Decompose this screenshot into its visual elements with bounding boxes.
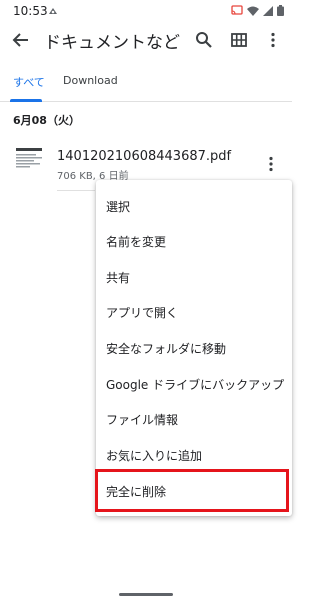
menu-item-label: Google ドライブにバックアップ [106, 378, 285, 392]
tab-bar: すべて Download [0, 64, 292, 102]
menu-item-label: 安全なフォルダに移動 [106, 342, 227, 356]
menu-item-select[interactable]: 選択 [96, 188, 292, 224]
menu-item-label: ファイル情報 [106, 413, 179, 427]
status-bar: 10:53 [0, 0, 292, 24]
file-more-vert-icon[interactable] [262, 155, 280, 173]
menu-item-move-to-safe-folder[interactable]: 安全なフォルダに移動 [96, 330, 292, 366]
menu-item-rename[interactable]: 名前を変更 [96, 223, 292, 259]
menu-item-label: アプリで開く [106, 306, 179, 320]
gesture-nav-pill[interactable] [119, 593, 173, 596]
active-tab-indicator [10, 99, 42, 102]
date-header: 6月08（火） [13, 114, 80, 127]
list-divider [57, 190, 95, 191]
signal-icon [263, 5, 273, 16]
menu-item-share[interactable]: 共有 [96, 259, 292, 295]
tab-download[interactable]: Download [63, 74, 118, 87]
status-time: 10:53 [13, 4, 48, 18]
menu-item-label: 名前を変更 [106, 235, 167, 249]
back-arrow-icon[interactable] [11, 30, 31, 50]
status-icons [231, 5, 284, 16]
tab-all[interactable]: すべて [13, 74, 45, 90]
more-vert-icon[interactable] [264, 31, 282, 49]
wifi-icon [247, 6, 259, 16]
menu-item-open-with[interactable]: アプリで開く [96, 294, 292, 330]
app-bar: ドキュメントなど [0, 24, 292, 56]
menu-item-label: 選択 [106, 200, 131, 214]
page-title: ドキュメントなど [44, 33, 180, 53]
grid-view-icon[interactable] [230, 31, 248, 49]
menu-item-file-info[interactable]: ファイル情報 [96, 401, 292, 437]
file-name: 140120210608443687.pdf [57, 149, 232, 164]
menu-item-backup-to-drive[interactable]: Google ドライブにバックアップ [96, 366, 292, 402]
cast-icon [231, 5, 243, 15]
cloud-sync-icon [49, 8, 57, 14]
menu-item-add-to-favorites[interactable]: お気に入りに追加 [96, 437, 292, 473]
search-icon[interactable] [195, 31, 213, 49]
menu-item-label: お気に入りに追加 [106, 449, 203, 463]
context-menu: 選択 名前を変更 共有 アプリで開く 安全なフォルダに移動 Google ドライ… [96, 180, 292, 516]
pdf-thumbnail-icon [13, 145, 45, 171]
highlight-box [95, 469, 289, 512]
menu-item-label: 共有 [106, 271, 131, 285]
battery-icon [277, 5, 284, 16]
